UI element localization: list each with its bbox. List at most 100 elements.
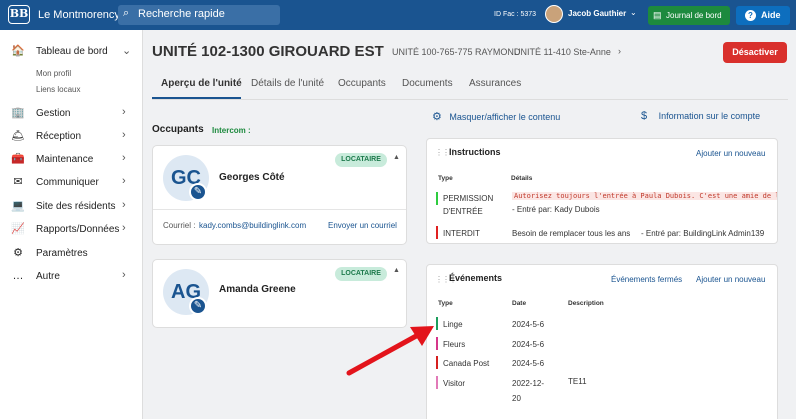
events-panel: ⋮⋮⋮ Événements Événements fermés Ajouter… [426, 264, 778, 419]
toggle-content-link[interactable]: ⚙ Masquer/afficher le contenu [432, 110, 560, 123]
add-instruction-link[interactable]: Ajouter un nouveau [696, 149, 765, 158]
toolbox-icon: 🧰 [11, 153, 25, 165]
event-date: 2024-5-6 [512, 340, 545, 349]
sidebar: 🏠 Tableau de bord ⌄ Mon profil Liens loc… [0, 30, 143, 419]
chevron-right-icon: › [122, 199, 126, 211]
chart-icon: 📈 [11, 223, 25, 235]
events-title: Événements [449, 273, 503, 283]
occupant-card: GC ✎ Georges Côté LOCATAIRE ▲ Courriel :… [152, 145, 407, 245]
help-button[interactable]: ? Aide [736, 6, 790, 25]
account-info-label: Information sur le compte [658, 111, 761, 121]
occupant-name[interactable]: Georges Côté [219, 172, 285, 183]
instruction-entered-by: - Entré par: Kady Dubois [512, 205, 600, 214]
occupant-card: AG ✎ Amanda Greene LOCATAIRE ▲ [152, 259, 407, 328]
user-name[interactable]: Jacob Gauthier [568, 9, 626, 18]
pencil-icon[interactable]: ✎ [189, 297, 207, 315]
instructions-title: Instructions [449, 147, 501, 157]
pencil-icon[interactable]: ✎ [189, 183, 207, 201]
add-event-link[interactable]: Ajouter un nouveau [696, 275, 765, 284]
sidebar-sub-profile[interactable]: Mon profil [36, 69, 71, 78]
type-color-bar [436, 317, 438, 330]
col-type: Type [438, 300, 453, 307]
chevron-right-icon: › [122, 222, 126, 234]
event-date: 2022-12- [512, 379, 545, 388]
dollar-icon: $ [641, 110, 648, 122]
sidebar-sub-local-links[interactable]: Liens locaux [36, 85, 80, 94]
chevron-right-icon[interactable]: › [618, 46, 621, 56]
sidebar-item-reception[interactable]: 🛎 Réception › [0, 127, 143, 147]
email-link[interactable]: kady.combs@buildinglink.com [199, 221, 306, 230]
chevron-right-icon: › [122, 152, 126, 164]
user-avatar[interactable] [545, 5, 563, 23]
sidebar-item-gestion[interactable]: 🏢 Gestion › [0, 104, 143, 124]
sidebar-item-settings[interactable]: ⚙ Paramètres [0, 244, 143, 264]
chevron-up-icon[interactable]: ▲ [393, 267, 400, 274]
search-input[interactable]: ⌕ Recherche rapide [118, 5, 280, 25]
sidebar-item-label: Site des résidents [36, 201, 116, 212]
chevron-down-icon[interactable]: ⌄ [630, 8, 637, 17]
sidebar-item-communiquer[interactable]: ✉ Communiquer › [0, 173, 143, 193]
next-unit-link[interactable]: UNITÉ 11-410 Ste-Anne [514, 47, 611, 57]
page-title: UNITÉ 102-1300 GIROUARD EST [152, 43, 384, 60]
journal-button[interactable]: ▤ Journal de bord [648, 6, 730, 25]
status-badge: LOCATAIRE [335, 153, 387, 167]
type-color-bar [436, 226, 438, 239]
account-info-link[interactable]: $ Information sur le compte [641, 110, 760, 122]
annotation-arrow [346, 326, 434, 376]
tab-occupants[interactable]: Occupants [338, 78, 386, 89]
active-tab-indicator [152, 97, 241, 99]
send-email-link[interactable]: Envoyer un courriel [328, 221, 397, 230]
mail-icon: ✉ [13, 176, 23, 188]
sidebar-item-maintenance[interactable]: 🧰 Maintenance › [0, 150, 143, 170]
instruction-type: INTERDIT [443, 229, 480, 238]
chevron-right-icon: › [122, 175, 126, 187]
event-type[interactable]: Fleurs [443, 340, 465, 349]
building-name[interactable]: Le Montmorency [38, 9, 120, 21]
sidebar-item-dashboard[interactable]: 🏠 Tableau de bord ⌄ [0, 42, 143, 62]
event-type[interactable]: Canada Post [443, 359, 489, 368]
tab-overview[interactable]: Aperçu de l'unité [161, 78, 242, 89]
prev-unit-link[interactable]: UNITÉ 100-765-775 RAYMOND [392, 47, 520, 57]
col-date: Date [512, 300, 527, 307]
instruction-detail: Besoin de remplacer tous les ans [512, 229, 631, 238]
type-color-bar [436, 192, 438, 205]
tab-insurance[interactable]: Assurances [469, 78, 521, 89]
help-label: Aide [761, 10, 781, 20]
chevron-right-icon: › [122, 129, 126, 141]
sidebar-item-resident-site[interactable]: 💻 Site des résidents › [0, 197, 143, 217]
building-icon: 🏢 [11, 107, 25, 119]
divider [153, 209, 406, 210]
more-icon: … [12, 270, 24, 282]
buildinglink-logo[interactable]: BB [8, 5, 30, 24]
sidebar-item-reports[interactable]: 📈 Rapports/Données › [0, 220, 143, 240]
tab-details[interactable]: Détails de l'unité [251, 78, 324, 89]
intercom-label: Intercom : [212, 126, 251, 135]
closed-events-link[interactable]: Événements fermés [611, 275, 682, 284]
sidebar-item-label: Paramètres [36, 248, 88, 259]
top-bar: BB Le Montmorency ⌕ Recherche rapide ID … [0, 0, 796, 30]
tab-documents[interactable]: Documents [402, 78, 453, 89]
col-type: Type [438, 175, 453, 182]
sidebar-item-label: Rapports/Données [36, 224, 120, 235]
journal-label: Journal de bord [666, 11, 722, 20]
event-description: TE11 [568, 377, 587, 386]
occupants-title: Occupants [152, 124, 204, 135]
event-type[interactable]: Visitor [443, 379, 465, 388]
deactivate-button[interactable]: Désactiver [723, 42, 787, 63]
computer-icon: 💻 [11, 200, 25, 212]
home-icon: 🏠 [11, 45, 25, 57]
tab-divider [152, 99, 788, 100]
event-type[interactable]: Linge [443, 320, 463, 329]
occupant-name[interactable]: Amanda Greene [219, 284, 296, 295]
sidebar-item-other[interactable]: … Autre › [0, 267, 143, 287]
sidebar-item-label: Communiquer [36, 177, 99, 188]
event-date: 2024-5-6 [512, 320, 545, 329]
id-fac: ID Fac : 5373 [494, 11, 537, 18]
book-icon: ▤ [653, 10, 662, 20]
toggle-content-label: Masquer/afficher le contenu [449, 112, 561, 122]
sidebar-item-label: Autre [36, 271, 60, 282]
chevron-up-icon[interactable]: ▲ [393, 154, 400, 161]
col-description: Description [568, 300, 604, 307]
event-date: 20 [512, 394, 521, 403]
chevron-left-icon[interactable]: ‹ [378, 46, 381, 56]
